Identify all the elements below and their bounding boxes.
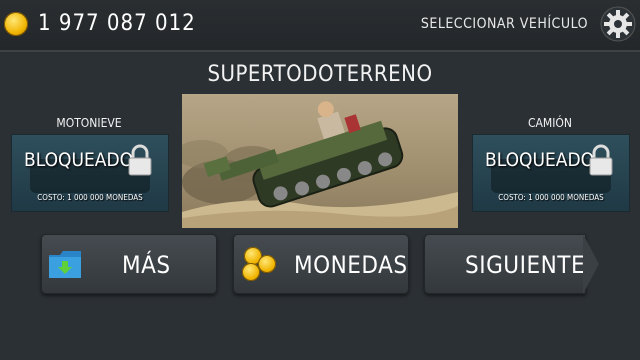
- coins-button[interactable]: MONEDAS: [233, 234, 409, 294]
- lock-icon: [128, 144, 152, 176]
- right-vehicle-name: CAMIÓN: [528, 116, 572, 130]
- selected-vehicle-title: SUPERTODOTERRENO: [207, 62, 433, 87]
- gear-icon[interactable]: [600, 6, 636, 42]
- select-vehicle-label: SELECCIONAR VEHÍCULO: [420, 16, 588, 32]
- top-bar: 1 977 087 012 SELECCIONAR VEHÍCULO: [0, 0, 640, 52]
- gold-coin-icon: [4, 12, 28, 36]
- cost-label: COSTO: 1 000 000 MONEDAS: [37, 193, 143, 202]
- coins-stack-icon: [240, 247, 282, 283]
- more-button-label: MÁS: [122, 251, 171, 279]
- left-vehicle-name: MOTONIEVE: [56, 116, 122, 130]
- lock-icon: [589, 144, 613, 176]
- left-vehicle-card[interactable]: BLOQUEADO COSTO: 1 000 000 MONEDAS: [11, 134, 169, 212]
- locked-label: BLOQUEADO: [24, 149, 134, 171]
- vehicle-illustration: [182, 101, 458, 228]
- next-button-label: SIGUIENTE: [465, 251, 586, 279]
- cost-label: COSTO: 1 000 000 MONEDAS: [498, 193, 604, 202]
- coin-balance: 1 977 087 012: [38, 11, 196, 36]
- more-button[interactable]: MÁS: [41, 234, 217, 294]
- locked-label: BLOQUEADO: [485, 149, 595, 171]
- selected-vehicle-image[interactable]: [182, 94, 458, 228]
- next-arrow-icon: [583, 234, 599, 294]
- right-vehicle-card[interactable]: BLOQUEADO COSTO: 1 000 000 MONEDAS: [472, 134, 630, 212]
- download-folder-icon: [49, 251, 81, 278]
- coins-button-label: MONEDAS: [294, 251, 408, 279]
- next-button[interactable]: SIGUIENTE: [424, 234, 586, 294]
